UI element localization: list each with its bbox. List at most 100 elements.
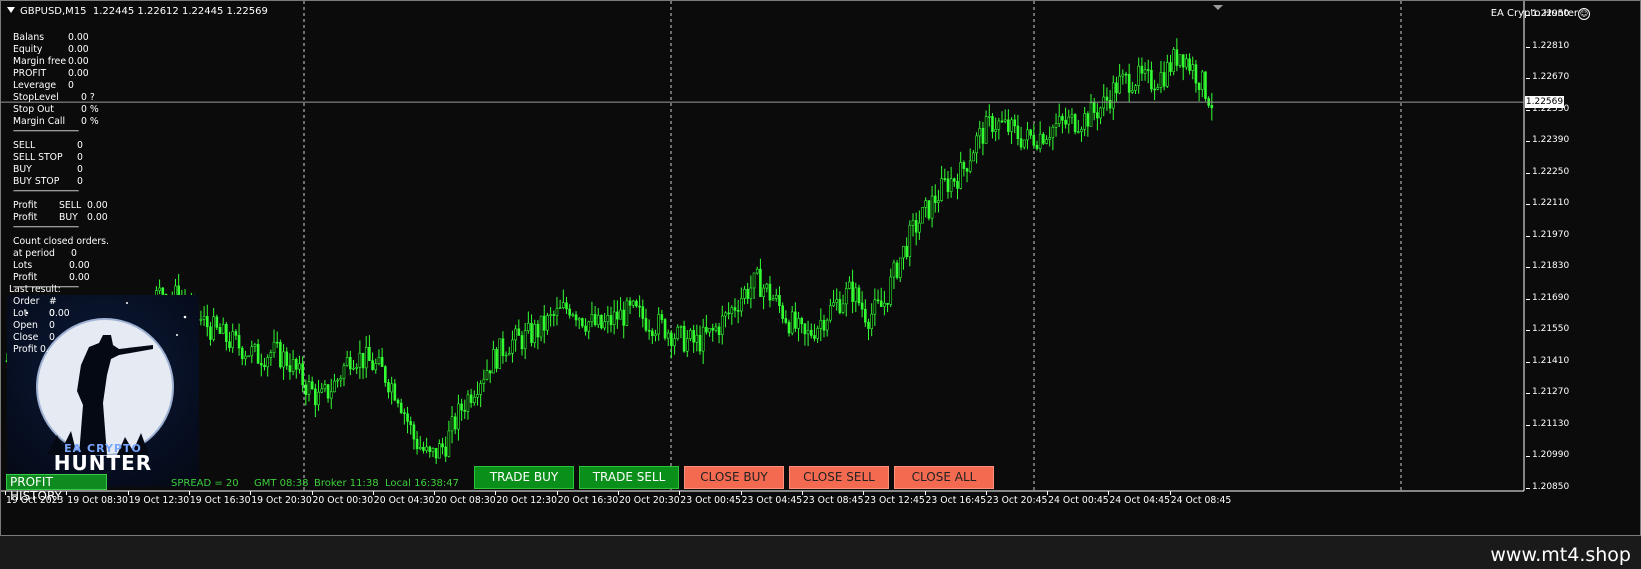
candle: [727, 302, 730, 320]
candle: [695, 324, 699, 352]
closed-row: at period 0: [13, 248, 123, 260]
candle: [714, 323, 718, 333]
candle: [914, 212, 918, 246]
time-tick-label: 19 Oct 16:30: [189, 495, 251, 506]
candle: [918, 210, 921, 240]
profit-history-button[interactable]: PROFIT HISTORY: [6, 474, 107, 503]
candle: [590, 301, 594, 328]
profit-value: 0.00: [87, 212, 108, 223]
candle: [383, 365, 387, 387]
candle: [415, 430, 419, 455]
candle: [1096, 103, 1099, 131]
price-tick-mark: [1526, 361, 1530, 363]
candle: [495, 346, 498, 373]
account-value: 0 ?: [81, 92, 95, 103]
candle: [682, 320, 686, 353]
price-tick-mark: [1526, 78, 1530, 79]
candle: [1102, 84, 1106, 117]
candle: [848, 276, 851, 290]
candle: [1188, 53, 1191, 75]
dropdown-triangle-icon[interactable]: [7, 7, 15, 13]
candle: [705, 314, 708, 335]
candle: [644, 308, 648, 333]
candle: [822, 314, 826, 338]
candle: [755, 266, 759, 275]
account-value: 0.00: [68, 68, 89, 79]
candle: [403, 408, 406, 425]
candle: [1191, 56, 1195, 80]
candle: [1026, 121, 1029, 150]
candle: [291, 349, 295, 376]
candle: [368, 335, 371, 361]
candle: [1194, 60, 1198, 93]
candle: [1166, 54, 1169, 89]
close-all-button[interactable]: CLOSE ALL: [894, 466, 994, 489]
profit-row: Profit SELL 0.00: [13, 200, 123, 212]
candle: [708, 327, 711, 337]
candle: [240, 345, 244, 366]
price-tick-mark: [1526, 235, 1530, 237]
price-chart[interactable]: [1, 1, 1641, 536]
price-tick-mark: [1526, 267, 1530, 268]
candle: [1159, 60, 1163, 94]
time-tick-label: 19 Oct 12:30: [128, 495, 190, 506]
trade-buy-button[interactable]: TRADE BUY: [474, 466, 574, 489]
candle: [542, 305, 546, 344]
spread-label: SPREAD = 20: [171, 478, 239, 489]
candle: [1038, 121, 1042, 153]
closed-value: 0.00: [69, 260, 90, 271]
candle: [924, 197, 928, 218]
account-label: Margin free: [13, 56, 67, 67]
candle: [438, 439, 441, 459]
candle: [507, 346, 511, 356]
smiley-icon[interactable]: ☺: [1578, 8, 1590, 20]
candle: [555, 297, 559, 326]
candle: [1070, 108, 1074, 124]
candle: [444, 436, 447, 462]
closed-label: Profit: [13, 272, 38, 283]
profit-side: BUY: [59, 212, 78, 223]
candle: [422, 441, 425, 454]
candle: [584, 318, 587, 336]
candle: [333, 373, 336, 393]
candle: [689, 328, 692, 342]
close-sell-button[interactable]: CLOSE SELL: [789, 466, 889, 489]
price-tick-label: 1.20850: [1532, 481, 1570, 492]
chart-window[interactable]: GBPUSD,M15 1.22445 1.22612 1.22445 1.225…: [0, 0, 1641, 536]
candle: [549, 307, 552, 327]
close-buy-button[interactable]: CLOSE BUY: [684, 466, 784, 489]
candle: [523, 322, 527, 360]
last-result-label: Profit: [13, 344, 38, 355]
candle: [263, 357, 266, 371]
order-row: BUY STOP 0: [13, 176, 123, 188]
candle: [698, 325, 702, 355]
chart-shift-icon[interactable]: [1213, 5, 1223, 10]
candle: [269, 349, 273, 366]
candle: [666, 329, 670, 346]
candle: [657, 307, 660, 341]
candle: [835, 288, 839, 311]
candle: [1083, 106, 1086, 137]
closed-value: 0: [71, 248, 77, 259]
candle: [854, 282, 858, 313]
trade-sell-button[interactable]: TRADE SELL: [579, 466, 679, 489]
price-tick-label: 1.21830: [1532, 261, 1570, 271]
candle: [1185, 53, 1188, 70]
candle: [638, 295, 641, 318]
candle: [237, 323, 241, 356]
candle: [829, 298, 832, 323]
candle: [790, 306, 794, 336]
candle: [1118, 63, 1121, 95]
candle: [329, 378, 333, 409]
candle: [1181, 54, 1185, 81]
last-result-value: 0: [49, 332, 55, 343]
candle: [651, 328, 654, 344]
candle: [898, 257, 902, 283]
candle: [469, 388, 473, 408]
candle: [247, 355, 250, 358]
candle: [517, 319, 521, 336]
price-tick-label: 1.22670: [1532, 72, 1570, 82]
order-label: BUY: [13, 164, 32, 175]
candle: [441, 437, 444, 455]
candle: [593, 305, 597, 327]
